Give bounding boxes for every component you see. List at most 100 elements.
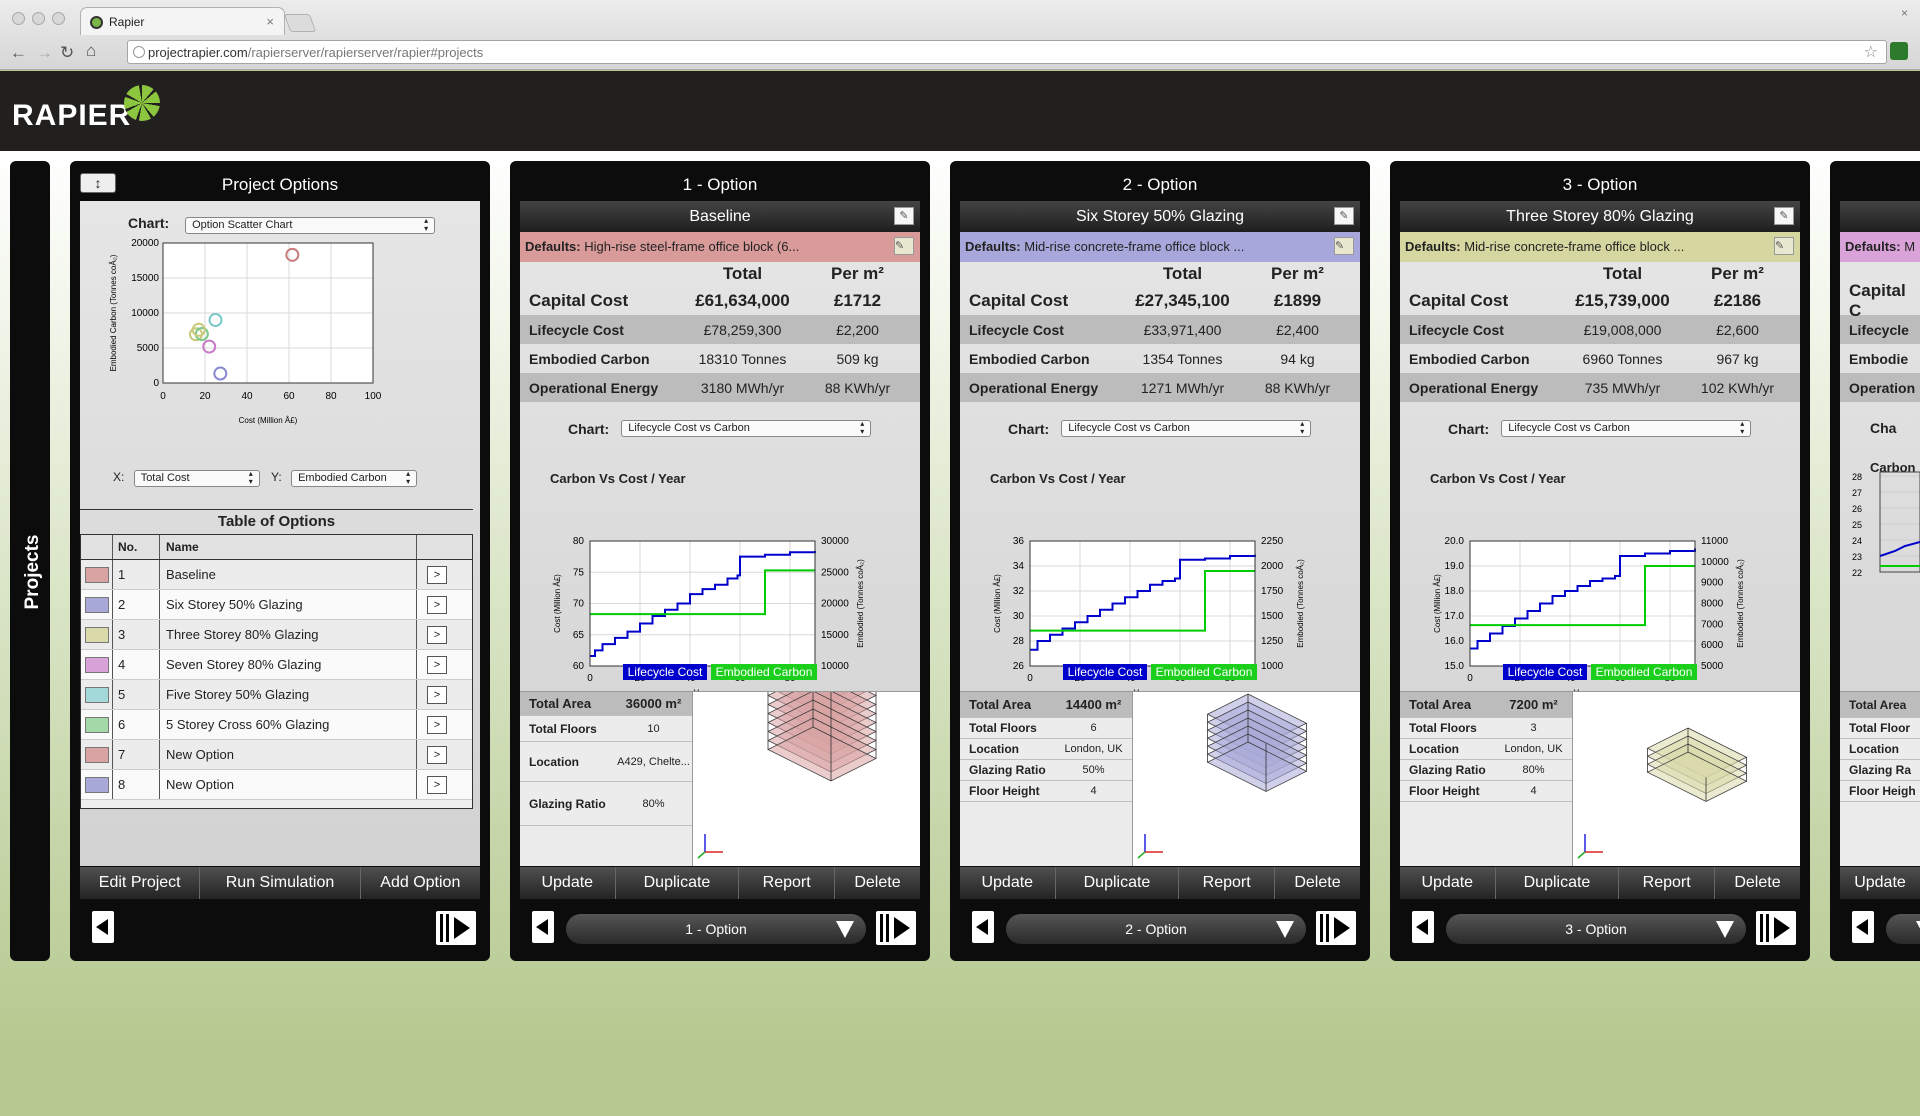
edit-name-icon[interactable]: ✎ xyxy=(1774,207,1794,225)
project-options-body: Chart: Option Scatter Chart 020406080100… xyxy=(80,201,480,866)
back-arrow-icon[interactable]: ← xyxy=(10,43,27,63)
previous-option-button[interactable] xyxy=(972,911,994,943)
open-option-button[interactable]: > xyxy=(427,715,447,734)
y-axis-select[interactable]: Embodied Carbon xyxy=(291,470,418,487)
report-button[interactable]: Report xyxy=(1619,867,1715,899)
duplicate-button[interactable]: Duplicate xyxy=(1056,867,1180,899)
embodied-carbon-per: 94 kg xyxy=(1280,350,1315,367)
y2-tick-label: 1500 xyxy=(1261,611,1284,622)
y-tick-label: 23 xyxy=(1852,552,1862,562)
edit-project-button[interactable]: Edit Project xyxy=(80,867,201,899)
open-option-button[interactable]: > xyxy=(427,685,447,704)
previous-panel-button[interactable] xyxy=(92,911,114,943)
edit-name-icon[interactable]: ✎ xyxy=(894,207,914,225)
operational-energy-label: Operational Energy xyxy=(969,379,1099,396)
zoom-window-button[interactable] xyxy=(52,12,65,25)
edit-defaults-icon[interactable]: ✎ xyxy=(1774,237,1794,255)
option-nav-select[interactable]: 3 - Option xyxy=(1446,914,1746,944)
add-option-button[interactable]: Add Option xyxy=(361,867,480,899)
legend-lifecycle-cost: Lifecycle Cost xyxy=(1062,664,1148,680)
reload-icon[interactable]: ↻ xyxy=(60,43,74,63)
option-chart-select[interactable]: Lifecycle Cost vs Carbon xyxy=(621,420,872,437)
option-nav-select[interactable]: 2 - Option xyxy=(1006,914,1306,944)
next-panel-button[interactable] xyxy=(436,911,476,945)
open-option-button[interactable]: > xyxy=(427,565,447,584)
table-row[interactable]: 8 New Option > xyxy=(81,770,472,800)
operational-energy-row: Operational Energy 3180 MWh/yr 88 KWh/yr xyxy=(520,373,920,402)
building-model-view[interactable] xyxy=(1132,692,1360,866)
next-option-button[interactable] xyxy=(876,911,916,945)
previous-option-button[interactable] xyxy=(1412,911,1434,943)
partial-option-select[interactable] xyxy=(1886,914,1920,944)
table-row[interactable]: 5 Five Storey 50% Glazing > xyxy=(81,680,472,710)
extension-icon[interactable] xyxy=(1890,42,1908,60)
y-tick-label: 75 xyxy=(573,567,585,578)
previous-option-button[interactable] xyxy=(532,911,554,943)
delete-button[interactable]: Delete xyxy=(1715,867,1800,899)
open-option-button[interactable]: > xyxy=(427,625,447,644)
update-button[interactable]: Update xyxy=(1840,867,1920,899)
open-option-button[interactable]: > xyxy=(427,655,447,674)
x-tick-label: 100 xyxy=(365,391,382,402)
table-row[interactable]: 65 Storey Cross 60% Glazing > xyxy=(81,710,472,740)
y-axis-title: Cost (Million Â£) xyxy=(1433,574,1442,633)
table-row[interactable]: 2 Six Storey 50% Glazing > xyxy=(81,590,472,620)
bookmark-star-icon[interactable]: ☆ xyxy=(1864,42,1878,62)
option-nav-select[interactable]: 1 - Option xyxy=(566,914,866,944)
tab-close-icon[interactable]: × xyxy=(266,14,274,29)
update-button[interactable]: Update xyxy=(960,867,1056,899)
next-option-button[interactable] xyxy=(1316,911,1356,945)
option-chart-select[interactable]: Lifecycle Cost vs Carbon xyxy=(1501,420,1752,437)
embodied-label: Embodie xyxy=(1849,350,1909,367)
home-icon[interactable]: ⌂ xyxy=(86,41,96,61)
partial-chart: 28 27 26 25 24 23 22 xyxy=(1852,471,1920,578)
update-button[interactable]: Update xyxy=(1400,867,1496,899)
y-tick-label: 16.0 xyxy=(1445,636,1465,647)
report-button[interactable]: Report xyxy=(739,867,835,899)
stat-row: Location London, UK xyxy=(960,739,1132,760)
next-option-button[interactable] xyxy=(1756,911,1796,945)
minimize-window-button[interactable] xyxy=(32,12,45,25)
forward-arrow-icon[interactable]: → xyxy=(36,43,53,63)
close-window-button[interactable] xyxy=(12,12,25,25)
window-close-icon[interactable]: × xyxy=(1901,6,1908,20)
report-button[interactable]: Report xyxy=(1179,867,1275,899)
duplicate-button[interactable]: Duplicate xyxy=(1496,867,1620,899)
delete-button[interactable]: Delete xyxy=(835,867,920,899)
x-axis-select[interactable]: Total Cost xyxy=(133,470,260,487)
stat-value: London, UK xyxy=(1064,743,1123,755)
capital-cost-per: £1712 xyxy=(833,290,882,310)
run-simulation-button[interactable]: Run Simulation xyxy=(200,867,361,899)
new-tab-button[interactable] xyxy=(283,14,317,32)
stat-value: 36000 m² xyxy=(625,696,682,711)
table-row[interactable]: 4 Seven Storey 80% Glazing > xyxy=(81,650,472,680)
projects-drawer-tab[interactable]: Projects xyxy=(10,161,50,961)
project-actions-bar: Edit Project Run Simulation Add Option xyxy=(80,867,480,899)
legend-lifecycle-cost: Lifecycle Cost xyxy=(622,664,708,680)
stat-row: Location London, UK xyxy=(1400,739,1572,760)
lifecycle-cost-label: Lifecycle Cost xyxy=(1409,321,1504,338)
operational-energy-label: Operational Energy xyxy=(529,379,659,396)
open-option-button[interactable]: > xyxy=(427,595,447,614)
previous-option-button[interactable] xyxy=(1852,911,1874,943)
open-option-button[interactable]: > xyxy=(427,775,447,794)
address-bar[interactable]: projectrapier.com/rapierserver/rapierser… xyxy=(127,40,1887,64)
table-row[interactable]: 1 Baseline > xyxy=(81,560,472,590)
edit-defaults-icon[interactable]: ✎ xyxy=(894,237,914,255)
row-number: 5 xyxy=(113,680,160,709)
building-model-view[interactable] xyxy=(692,636,920,866)
update-button[interactable]: Update xyxy=(520,867,616,899)
building-model-view[interactable] xyxy=(1572,692,1800,866)
duplicate-button[interactable]: Duplicate xyxy=(616,867,740,899)
edit-defaults-icon[interactable]: ✎ xyxy=(1334,237,1354,255)
option-panel-title: 1 - Option xyxy=(682,175,758,194)
table-row[interactable]: 7 New Option > xyxy=(81,740,472,770)
table-row[interactable]: 3 Three Storey 80% Glazing > xyxy=(81,620,472,650)
edit-name-icon[interactable]: ✎ xyxy=(1334,207,1354,225)
open-option-button[interactable]: > xyxy=(427,745,447,764)
delete-button[interactable]: Delete xyxy=(1275,867,1360,899)
option-chart-select[interactable]: Lifecycle Cost vs Carbon xyxy=(1061,420,1312,437)
swatch-cell xyxy=(81,740,113,769)
operational-energy-row: Operational Energy 1271 MWh/yr 88 KWh/yr xyxy=(960,373,1360,402)
browser-tab[interactable]: Rapier × xyxy=(80,7,285,35)
